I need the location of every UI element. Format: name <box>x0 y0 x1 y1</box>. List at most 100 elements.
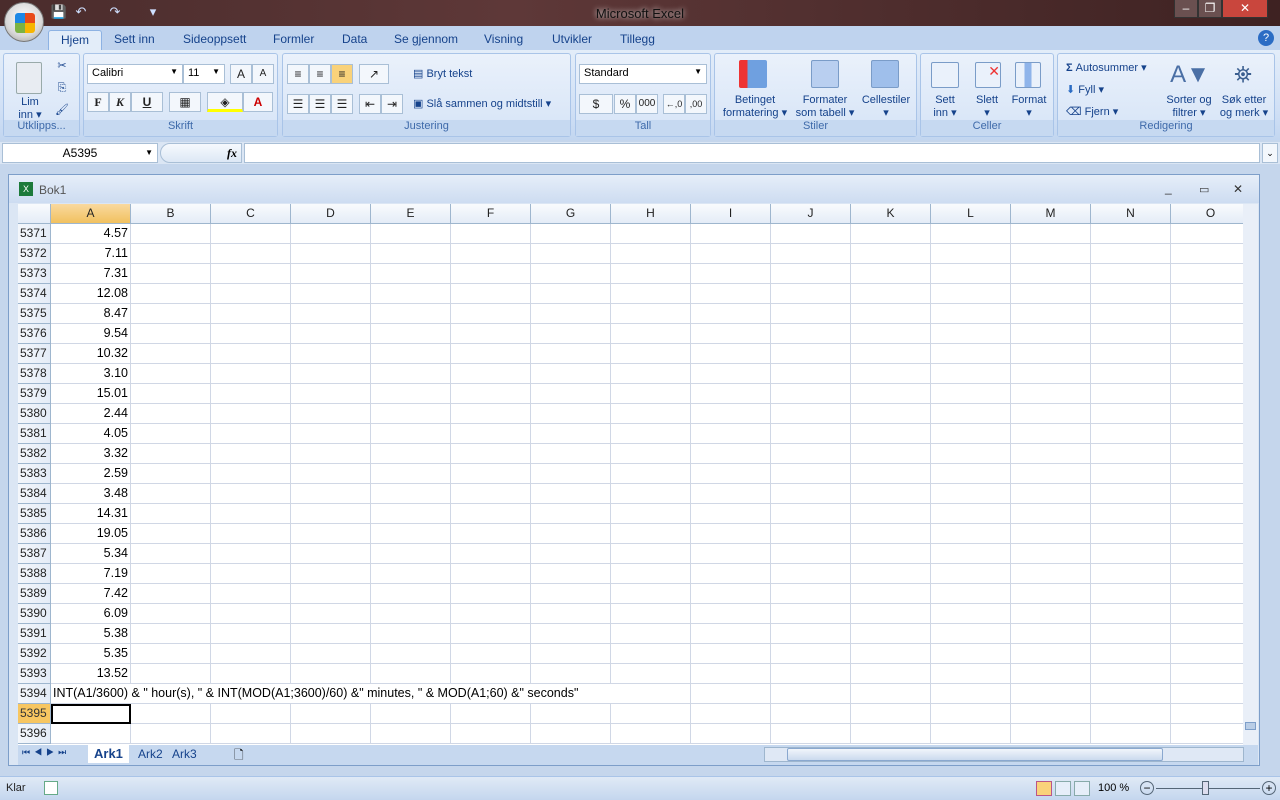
wb-close-button[interactable]: ✕ <box>1233 182 1243 196</box>
column-header-f[interactable]: F <box>451 204 531 224</box>
cell[interactable] <box>531 424 611 444</box>
cell[interactable] <box>1091 564 1171 584</box>
thousands-button[interactable]: 000 <box>636 94 658 114</box>
cell[interactable] <box>1091 424 1171 444</box>
cell[interactable] <box>851 284 931 304</box>
row-header[interactable]: 5374 <box>18 284 51 304</box>
column-header-m[interactable]: M <box>1011 204 1091 224</box>
tab-sett-inn[interactable]: Sett inn <box>102 30 167 50</box>
cell-a5391[interactable]: 5.38 <box>51 624 131 644</box>
cell[interactable] <box>691 284 771 304</box>
cell[interactable] <box>451 624 531 644</box>
column-header-h[interactable]: H <box>611 204 691 224</box>
cell[interactable] <box>531 324 611 344</box>
cell[interactable] <box>291 384 371 404</box>
row-header[interactable]: 5390 <box>18 604 51 624</box>
cell[interactable] <box>851 644 931 664</box>
cell[interactable] <box>931 224 1011 244</box>
row-header[interactable]: 5378 <box>18 364 51 384</box>
cell[interactable] <box>131 484 211 504</box>
cell[interactable] <box>1091 484 1171 504</box>
cell[interactable] <box>1091 384 1171 404</box>
align-right-icon[interactable]: ☰ <box>331 94 353 114</box>
cell[interactable] <box>1091 664 1171 684</box>
font-color-icon[interactable]: A <box>243 92 273 112</box>
sheet-tab-ark2[interactable]: Ark2 <box>132 745 169 763</box>
tab-visning[interactable]: Visning <box>472 30 535 50</box>
cell[interactable] <box>611 504 691 524</box>
cell[interactable] <box>1091 524 1171 544</box>
cell[interactable] <box>131 324 211 344</box>
cell[interactable] <box>131 664 211 684</box>
tab-tillegg[interactable]: Tillegg <box>608 30 667 50</box>
row-header[interactable]: 5381 <box>18 424 51 444</box>
cell[interactable] <box>1011 364 1091 384</box>
cell-a5393[interactable]: 13.52 <box>51 664 131 684</box>
increase-indent-icon[interactable]: ⇥ <box>381 94 403 114</box>
cell[interactable] <box>691 264 771 284</box>
insert-function-button[interactable]: fx <box>160 143 242 163</box>
cell[interactable] <box>531 484 611 504</box>
cell-a5396[interactable] <box>51 724 131 744</box>
cell[interactable] <box>771 644 851 664</box>
cell-a5377[interactable]: 10.32 <box>51 344 131 364</box>
cell[interactable] <box>211 384 291 404</box>
cell[interactable] <box>1011 264 1091 284</box>
cell[interactable] <box>451 224 531 244</box>
cell[interactable] <box>851 584 931 604</box>
horizontal-scroll-thumb[interactable] <box>787 748 1163 761</box>
font-size-select[interactable]: 11 ▼ <box>183 64 225 84</box>
cell[interactable] <box>1011 524 1091 544</box>
bold-button[interactable]: F <box>87 92 109 112</box>
cell[interactable] <box>611 484 691 504</box>
paste-button[interactable]: Lim inn ▾ <box>12 96 48 122</box>
row-header[interactable]: 5382 <box>18 444 51 464</box>
cell[interactable] <box>1091 684 1171 704</box>
cell[interactable] <box>1091 404 1171 424</box>
cell[interactable] <box>691 364 771 384</box>
cell[interactable] <box>371 324 451 344</box>
cell[interactable] <box>131 724 211 744</box>
cell[interactable] <box>451 484 531 504</box>
macro-record-icon[interactable] <box>44 781 58 795</box>
cell[interactable] <box>611 584 691 604</box>
row-header[interactable]: 5385 <box>18 504 51 524</box>
cell[interactable] <box>1011 724 1091 744</box>
cell[interactable] <box>851 424 931 444</box>
cell[interactable] <box>211 224 291 244</box>
cell[interactable] <box>371 344 451 364</box>
cell[interactable] <box>931 424 1011 444</box>
row-header[interactable]: 5375 <box>18 304 51 324</box>
cell[interactable] <box>1171 324 1243 344</box>
cell[interactable] <box>451 544 531 564</box>
cell[interactable] <box>691 444 771 464</box>
cell[interactable] <box>291 544 371 564</box>
cell[interactable] <box>1091 504 1171 524</box>
cell[interactable] <box>1091 364 1171 384</box>
cell[interactable] <box>851 304 931 324</box>
sheet-tab-ark3[interactable]: Ark3 <box>166 745 203 763</box>
row-header[interactable]: 5383 <box>18 464 51 484</box>
cell[interactable] <box>131 564 211 584</box>
fill-color-icon[interactable]: ◈ <box>207 92 243 112</box>
row-header[interactable]: 5393 <box>18 664 51 684</box>
cell[interactable] <box>851 404 931 424</box>
column-header-g[interactable]: G <box>531 204 611 224</box>
cell[interactable] <box>691 404 771 424</box>
column-header-j[interactable]: J <box>771 204 851 224</box>
cell[interactable] <box>1091 324 1171 344</box>
cell[interactable] <box>771 524 851 544</box>
row-header[interactable]: 5391 <box>18 624 51 644</box>
cell[interactable] <box>931 704 1011 724</box>
cell[interactable] <box>1171 404 1243 424</box>
cell[interactable] <box>531 644 611 664</box>
cell[interactable] <box>771 404 851 424</box>
cell-a5378[interactable]: 3.10 <box>51 364 131 384</box>
cell[interactable] <box>451 264 531 284</box>
cell[interactable] <box>1171 224 1243 244</box>
column-header-b[interactable]: B <box>131 204 211 224</box>
cell[interactable] <box>771 684 851 704</box>
cell[interactable] <box>291 584 371 604</box>
cell[interactable] <box>131 644 211 664</box>
row-header[interactable]: 5396 <box>18 724 51 744</box>
